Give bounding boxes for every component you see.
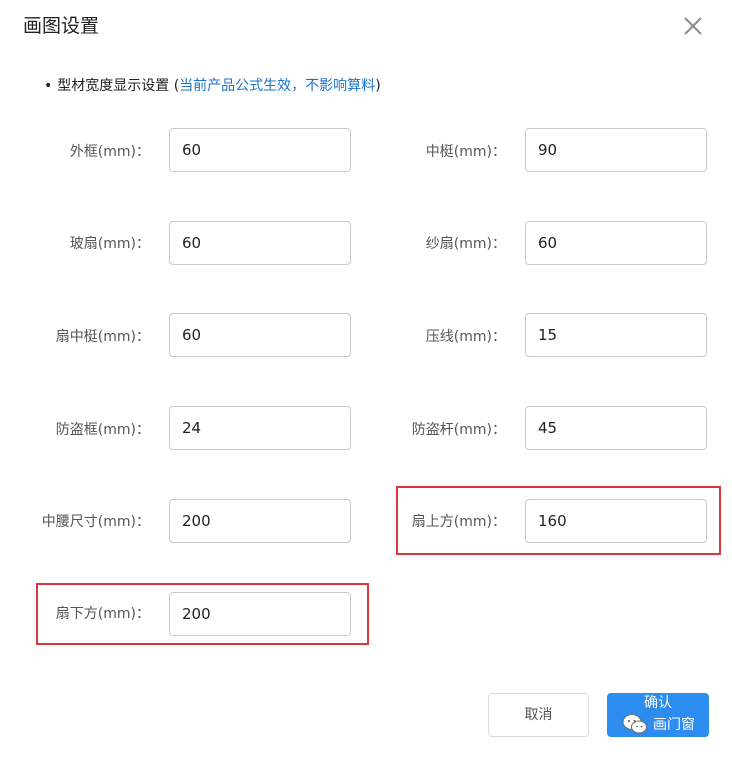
- section-note: 当前产品公式生效，不影响算料: [179, 78, 376, 94]
- bead-input[interactable]: [525, 313, 707, 357]
- confirm-button[interactable]: 确认: [607, 693, 709, 737]
- sash-bottom-label: 扇下方(mm)：: [55, 606, 150, 622]
- mullion-input[interactable]: [525, 128, 707, 172]
- close-icon[interactable]: [681, 14, 705, 38]
- cancel-button[interactable]: 取消: [488, 693, 589, 737]
- mullion-label: 中梃(mm)：: [425, 144, 506, 160]
- screen-sash-label: 纱扇(mm)：: [425, 236, 506, 252]
- middle-waist-label: 中腰尺寸(mm)：: [41, 514, 150, 530]
- security-frame-label: 防盗框(mm)：: [55, 422, 150, 438]
- note-close-paren: ): [375, 78, 381, 94]
- sash-top-input[interactable]: [525, 499, 707, 543]
- sash-bottom-input[interactable]: [169, 592, 351, 636]
- glass-sash-label: 玻扇(mm)：: [69, 236, 150, 252]
- middle-waist-input[interactable]: [169, 499, 351, 543]
- security-frame-input[interactable]: [169, 406, 351, 450]
- sash-top-label: 扇上方(mm)：: [411, 514, 506, 530]
- security-bar-input[interactable]: [525, 406, 707, 450]
- sash-mullion-label: 扇中梃(mm)：: [55, 329, 150, 345]
- drawing-settings-dialog: 画图设置 • 型材宽度显示设置 (当前产品公式生效，不影响算料) 外框(mm)： …: [0, 0, 732, 761]
- confirm-button-label: 确认: [644, 695, 672, 711]
- section-heading-text: 型材宽度显示设置: [57, 78, 170, 94]
- security-bar-label: 防盗杆(mm)：: [411, 422, 506, 438]
- bullet: •: [44, 78, 53, 94]
- sash-mullion-input[interactable]: [169, 313, 351, 357]
- outer-frame-label: 外框(mm)：: [69, 144, 150, 160]
- outer-frame-input[interactable]: [169, 128, 351, 172]
- screen-sash-input[interactable]: [525, 221, 707, 265]
- section-heading: • 型材宽度显示设置 (当前产品公式生效，不影响算料): [44, 76, 381, 96]
- glass-sash-input[interactable]: [169, 221, 351, 265]
- bead-label: 压线(mm)：: [425, 329, 506, 345]
- dialog-title: 画图设置: [23, 15, 100, 37]
